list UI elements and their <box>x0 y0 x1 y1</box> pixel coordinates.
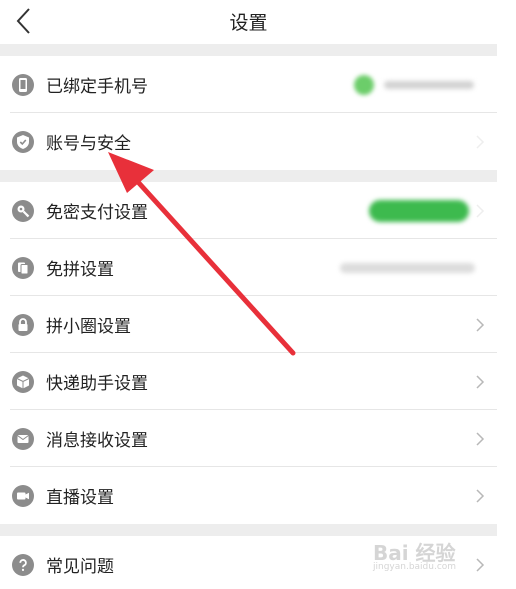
row-label: 已绑定手机号 <box>46 77 148 97</box>
row-label: 常见问题 <box>46 557 114 577</box>
bound-phone-value <box>354 74 479 95</box>
row-label: 快递助手设置 <box>46 374 148 394</box>
settings-row-live-streaming[interactable]: 直播设置 <box>0 467 497 524</box>
page-title: 设置 <box>229 12 268 34</box>
enabled-status-badge <box>369 199 469 222</box>
row-label: 消息接收设置 <box>46 431 148 451</box>
lock-icon <box>12 313 34 336</box>
chevron-right-icon <box>476 374 485 389</box>
section-separator <box>0 524 497 536</box>
box-icon <box>12 370 34 393</box>
shield-icon <box>12 130 34 153</box>
chevron-right-icon <box>476 557 485 572</box>
row-label: 拼小圈设置 <box>46 317 131 337</box>
cards-icon <box>12 256 34 279</box>
row-label: 直播设置 <box>46 488 114 508</box>
row-label: 账号与安全 <box>46 134 131 154</box>
chevron-right-icon <box>476 488 485 503</box>
chevron-right-icon <box>476 134 485 149</box>
row-label: 免拼设置 <box>46 260 114 280</box>
phone-icon <box>12 73 34 96</box>
group-free-status-text <box>340 262 475 273</box>
settings-page: 设置 已绑定手机号 账号与安全 免密支付设置 免拼设置 拼小圈设置 快递助手设置… <box>0 0 497 589</box>
chevron-right-icon <box>476 203 485 218</box>
chevron-right-icon <box>476 317 485 332</box>
section-separator <box>0 44 497 56</box>
settings-row-bound-phone[interactable]: 已绑定手机号 <box>0 56 497 113</box>
settings-row-message-receiving[interactable]: 消息接收设置 <box>0 410 497 467</box>
envelope-icon <box>12 427 34 450</box>
settings-row-group-free[interactable]: 免拼设置 <box>0 239 497 296</box>
video-icon <box>12 484 34 507</box>
chevron-right-icon <box>476 431 485 446</box>
right-edge-strip <box>497 0 516 589</box>
settings-row-faq[interactable]: 常见问题 <box>0 536 497 589</box>
settings-row-account-security[interactable]: 账号与安全 <box>0 113 497 170</box>
key-icon <box>12 199 34 222</box>
section-separator <box>0 170 497 182</box>
settings-row-password-free-pay[interactable]: 免密支付设置 <box>0 182 497 239</box>
settings-row-small-circle[interactable]: 拼小圈设置 <box>0 296 497 353</box>
question-icon <box>12 553 34 576</box>
header-bar: 设置 <box>0 0 497 44</box>
row-label: 免密支付设置 <box>46 203 148 223</box>
settings-row-courier-assistant[interactable]: 快递助手设置 <box>0 353 497 410</box>
